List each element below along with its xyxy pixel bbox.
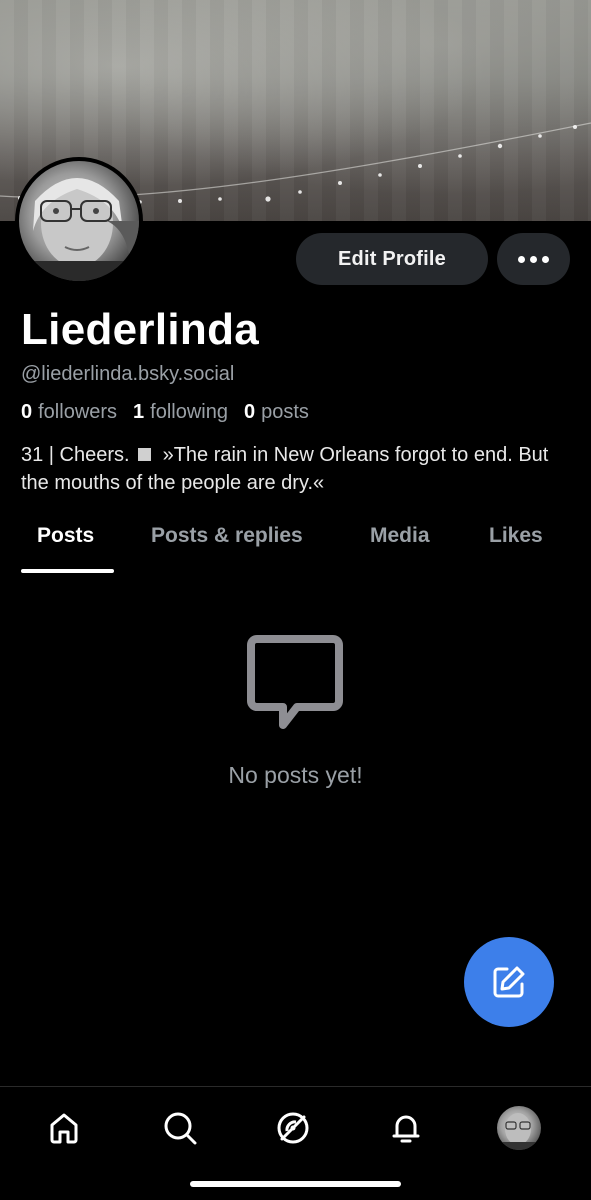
profile-stats: 0 followers 1 following 0 posts bbox=[21, 401, 309, 424]
more-horizontal-icon-dot bbox=[530, 255, 537, 263]
profile-avatar[interactable] bbox=[15, 157, 143, 285]
following-label: following bbox=[150, 401, 228, 423]
profile-bio: 31 | Cheers. »The rain in New Orleans for… bbox=[21, 441, 581, 497]
more-options-button[interactable] bbox=[497, 233, 570, 285]
more-horizontal-icon-dot bbox=[542, 255, 549, 263]
nav-profile[interactable] bbox=[497, 1106, 541, 1150]
followers-label: followers bbox=[38, 401, 118, 423]
tab-likes[interactable]: Likes bbox=[489, 524, 543, 548]
home-icon bbox=[50, 1113, 78, 1144]
nav-notifications[interactable] bbox=[384, 1106, 428, 1150]
more-horizontal-icon bbox=[518, 255, 525, 263]
active-tab-indicator bbox=[21, 569, 114, 573]
posts-stat: 0 posts bbox=[244, 401, 309, 424]
posts-count: 0 bbox=[244, 401, 256, 423]
feeds-icon bbox=[277, 1112, 309, 1144]
profile-handle: @liederlinda.bsky.social bbox=[21, 363, 235, 385]
following-stat[interactable]: 1 following bbox=[133, 401, 228, 424]
notifications-icon bbox=[392, 1115, 420, 1143]
avatar-portrait bbox=[19, 178, 139, 281]
followers-count: 0 bbox=[21, 401, 33, 423]
nav-search[interactable] bbox=[158, 1106, 202, 1150]
profile-avatar-small bbox=[497, 1106, 541, 1150]
nav-feeds[interactable] bbox=[271, 1106, 315, 1150]
following-count: 1 bbox=[133, 401, 145, 423]
tab-posts[interactable]: Posts bbox=[37, 524, 94, 548]
display-name: Liederlinda bbox=[21, 305, 260, 354]
nav-home[interactable] bbox=[42, 1106, 86, 1150]
square-glyph-icon bbox=[137, 448, 151, 462]
tab-posts-and-replies[interactable]: Posts & replies bbox=[151, 524, 303, 548]
edit-profile-button[interactable]: Edit Profile bbox=[296, 233, 488, 285]
compose-icon bbox=[493, 966, 525, 998]
bio-text-part1: 31 | Cheers. bbox=[21, 444, 130, 466]
posts-label: posts bbox=[261, 401, 309, 423]
empty-state-text: No posts yet! bbox=[228, 762, 363, 788]
profile-tabs: Posts Posts & replies Media Likes bbox=[0, 510, 591, 574]
message-bubble-icon bbox=[245, 633, 345, 733]
home-indicator[interactable] bbox=[190, 1181, 401, 1187]
search-icon bbox=[164, 1112, 197, 1145]
compose-button[interactable] bbox=[464, 937, 554, 1027]
followers-stat[interactable]: 0 followers bbox=[21, 401, 117, 424]
tab-media[interactable]: Media bbox=[370, 524, 430, 548]
